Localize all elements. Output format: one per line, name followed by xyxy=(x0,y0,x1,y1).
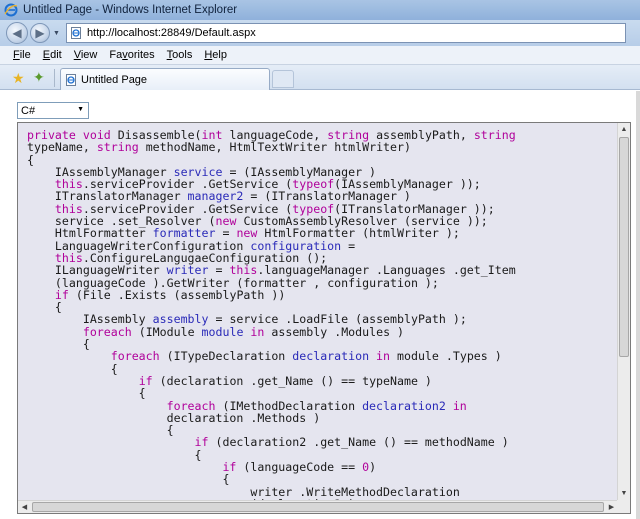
star-icon[interactable]: ★ xyxy=(12,70,25,87)
address-bar[interactable]: http://localhost:28849/Default.aspx xyxy=(65,23,626,43)
address-url[interactable]: http://localhost:28849/Default.aspx xyxy=(87,27,256,39)
scroll-up-icon[interactable]: ▲ xyxy=(618,123,630,136)
vertical-scrollbar[interactable]: ▲ ▼ xyxy=(617,123,630,500)
code-viewer[interactable]: private void Disassemble(int languageCod… xyxy=(17,122,631,514)
scroll-down-icon[interactable]: ▼ xyxy=(618,487,630,500)
language-select[interactable]: C# ▼ xyxy=(17,102,89,119)
menu-bar: File Edit View Favorites Tools Help xyxy=(0,46,640,65)
tab-separator xyxy=(54,69,55,87)
page-scrollbar[interactable] xyxy=(636,91,640,519)
back-button[interactable]: ◀ xyxy=(6,22,28,44)
back-arrow-icon: ◀ xyxy=(12,26,22,40)
page-content: C# ▼ private void Disassemble(int langua… xyxy=(0,91,640,519)
code-line: typeName, string methodName, HtmlTextWri… xyxy=(27,140,411,155)
menu-tools[interactable]: Tools xyxy=(161,49,199,61)
ie-logo-icon xyxy=(4,3,18,17)
forward-button[interactable]: ▶ xyxy=(30,23,50,43)
window-title: Untitled Page - Windows Internet Explore… xyxy=(23,4,238,16)
menu-edit[interactable]: Edit xyxy=(37,49,68,61)
navigation-bar: ◀ ▶ ▼ http://localhost:28849/Default.asp… xyxy=(0,20,640,46)
vertical-scroll-thumb[interactable] xyxy=(619,137,629,357)
add-favorites-icon[interactable]: ✦ xyxy=(33,69,45,86)
scroll-left-icon[interactable]: ◀ xyxy=(18,501,31,513)
tab-bar: ★ ✦ Untitled Page xyxy=(0,65,640,90)
forward-arrow-icon: ▶ xyxy=(35,26,45,40)
horizontal-scrollbar[interactable]: ◀ ▶ xyxy=(18,500,618,513)
tab-untitled-page[interactable]: Untitled Page xyxy=(60,68,270,90)
code-area: private void Disassemble(int languageCod… xyxy=(18,123,618,500)
horizontal-scroll-thumb[interactable] xyxy=(32,502,604,512)
ie-page-icon xyxy=(66,73,76,86)
menu-help[interactable]: Help xyxy=(198,49,233,61)
code-line: if (File .Exists (assemblyPath )) xyxy=(54,287,286,302)
scrollbar-corner xyxy=(617,500,630,513)
language-select-value: C# xyxy=(21,104,36,117)
title-bar: Untitled Page - Windows Internet Explore… xyxy=(0,0,640,20)
chevron-down-icon: ▼ xyxy=(77,106,84,113)
menu-file[interactable]: File xyxy=(0,49,37,61)
tab-label: Untitled Page xyxy=(81,73,148,86)
code-block: private void Disassemble(int languageCod… xyxy=(27,129,516,500)
new-tab-button[interactable] xyxy=(272,70,294,88)
recent-pages-dropdown-icon[interactable]: ▼ xyxy=(53,30,60,37)
menu-favorites[interactable]: Favorites xyxy=(103,49,160,61)
ie-page-icon xyxy=(70,27,81,39)
menu-view[interactable]: View xyxy=(68,49,104,61)
